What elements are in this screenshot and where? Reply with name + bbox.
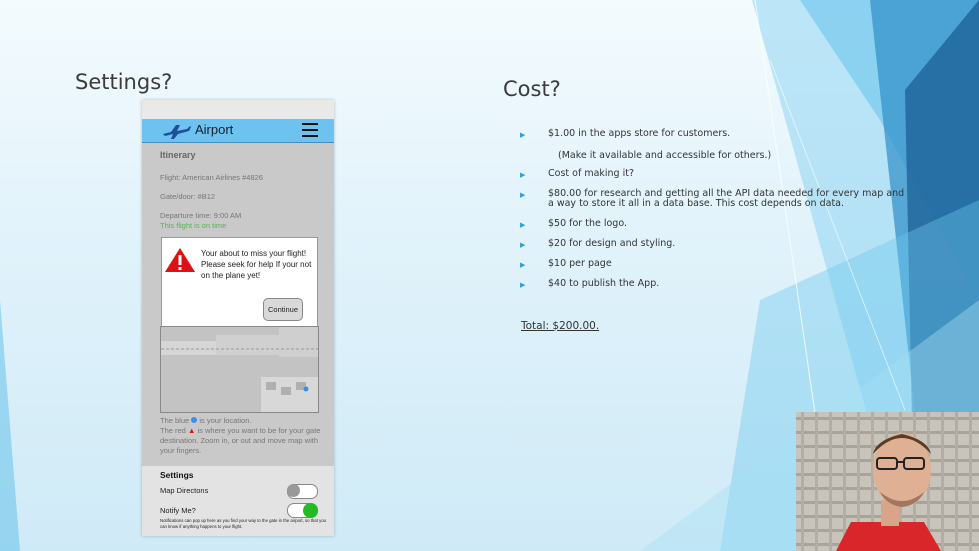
settings-panel: Settings Map Directons Notify Me? Notifi… [142, 466, 334, 536]
presenter-webcam [796, 412, 979, 551]
gate-info: Gate/door: #B12 [160, 192, 216, 201]
blue-location-dot-icon [191, 417, 198, 423]
settings-heading: Settings? [75, 70, 173, 94]
alert-message: Your about to miss your flight! Please s… [201, 249, 312, 280]
notify-label: Notify Me? [160, 506, 196, 515]
bullet-arrow-icon: ▶ [520, 241, 526, 249]
departure-info: Departure time: 9:00 AM [160, 211, 242, 220]
legend-blue-text: is your location. [199, 416, 252, 425]
continue-button[interactable]: Continue [263, 298, 303, 321]
map-graphic [161, 327, 318, 412]
cost-total: Total: $200.00. [521, 320, 600, 332]
legend-blue-label: The blue [160, 416, 190, 425]
phone-mockup: Airport Itinerary Flight: American Airli… [142, 100, 334, 536]
missed-flight-alert: Your about to miss your flight! Please s… [161, 237, 318, 328]
presenter-video [796, 412, 979, 551]
bullet-arrow-icon: ▶ [520, 131, 526, 139]
cost-heading: Cost? [503, 77, 561, 101]
bullet-arrow-icon: ▶ [520, 221, 526, 229]
itinerary-title: Itinerary [160, 150, 196, 160]
red-destination-marker-icon: ▲ [187, 426, 196, 435]
map-directions-toggle[interactable] [287, 484, 318, 499]
map-directions-label: Map Directons [160, 486, 209, 495]
settings-title: Settings [160, 470, 194, 480]
legend-red-label: The red [160, 426, 186, 435]
cost-sub-note: (Make it available and accessible for ot… [558, 150, 772, 161]
notify-note: Notifications can pop up here as you fin… [160, 518, 327, 529]
notify-toggle[interactable] [287, 503, 318, 518]
app-title: Airport [195, 122, 234, 137]
flight-status: This flight is on time [160, 221, 227, 230]
hamburger-menu-icon[interactable] [302, 123, 318, 141]
bullet-arrow-icon: ▶ [520, 171, 526, 179]
map-legend: The blue is your location. The red ▲ is … [160, 416, 330, 456]
airplane-icon [163, 125, 191, 139]
app-bar: Airport [142, 119, 334, 143]
bullet-arrow-icon: ▶ [520, 281, 526, 289]
airport-map[interactable] [160, 326, 319, 413]
bullet-arrow-icon: ▶ [520, 261, 526, 269]
bullet-arrow-icon: ▶ [520, 191, 526, 199]
status-strip [142, 100, 334, 119]
flight-info: Flight: American Airlines #4826 [160, 173, 263, 182]
warning-icon [165, 248, 195, 272]
